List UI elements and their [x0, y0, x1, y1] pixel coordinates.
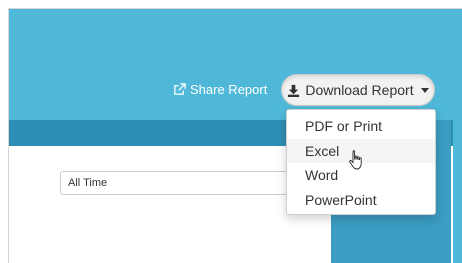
download-report-label: Download Report — [305, 82, 414, 98]
menu-item-excel[interactable]: Excel — [287, 138, 435, 163]
external-link-icon — [174, 83, 186, 95]
menu-item-powerpoint[interactable]: PowerPoint — [287, 188, 435, 213]
download-icon — [288, 84, 300, 97]
menu-item-word[interactable]: Word — [287, 163, 435, 188]
download-report-button[interactable]: Download Report — [281, 74, 435, 106]
share-report-link[interactable]: Share Report — [173, 82, 267, 97]
right-strip — [453, 109, 462, 263]
caret-down-icon — [420, 87, 429, 93]
report-frame: Share Report Download Report All Time PD… — [8, 8, 462, 263]
share-report-label: Share Report — [190, 82, 268, 97]
download-format-menu: PDF or Print Excel Word PowerPoint — [286, 109, 436, 215]
time-range-value: All Time — [68, 177, 108, 189]
menu-item-pdf-or-print[interactable]: PDF or Print — [287, 114, 435, 139]
time-range-select[interactable]: All Time — [60, 171, 290, 195]
